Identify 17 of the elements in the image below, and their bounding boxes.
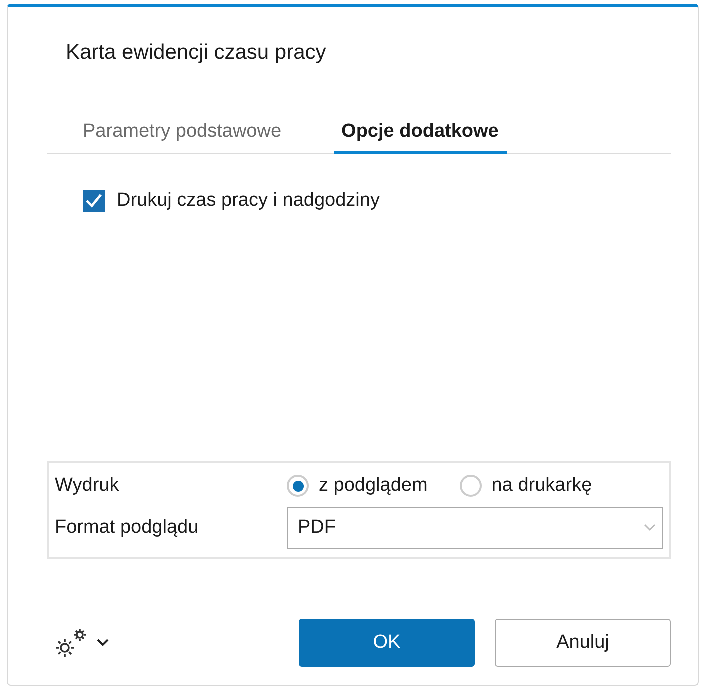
chevron-icon[interactable] [97,639,109,647]
checkbox-label: Drukuj czas pracy i nadgodziny [117,190,380,212]
checkbox[interactable] [83,190,105,212]
field-label: Format podglądu [55,517,200,539]
field-label: Wydruk [55,475,120,497]
radio-label: z podglądem [319,475,428,497]
gears-icon[interactable] [53,627,89,659]
window-title: Karta ewidencji czasu pracy [66,41,328,65]
tab[interactable]: Opcje dodatkowe [334,115,507,154]
ok-button[interactable]: OK [299,619,475,667]
radio-button[interactable] [460,475,482,497]
tab[interactable]: Parametry podstawowe [83,115,282,154]
radio-button[interactable] [287,475,309,497]
format-dropdown[interactable]: PDF [287,507,663,549]
radio-label: na drukarkę [492,475,592,497]
chevron-icon [644,524,656,532]
cancel-button[interactable]: Anuluj [495,619,671,667]
